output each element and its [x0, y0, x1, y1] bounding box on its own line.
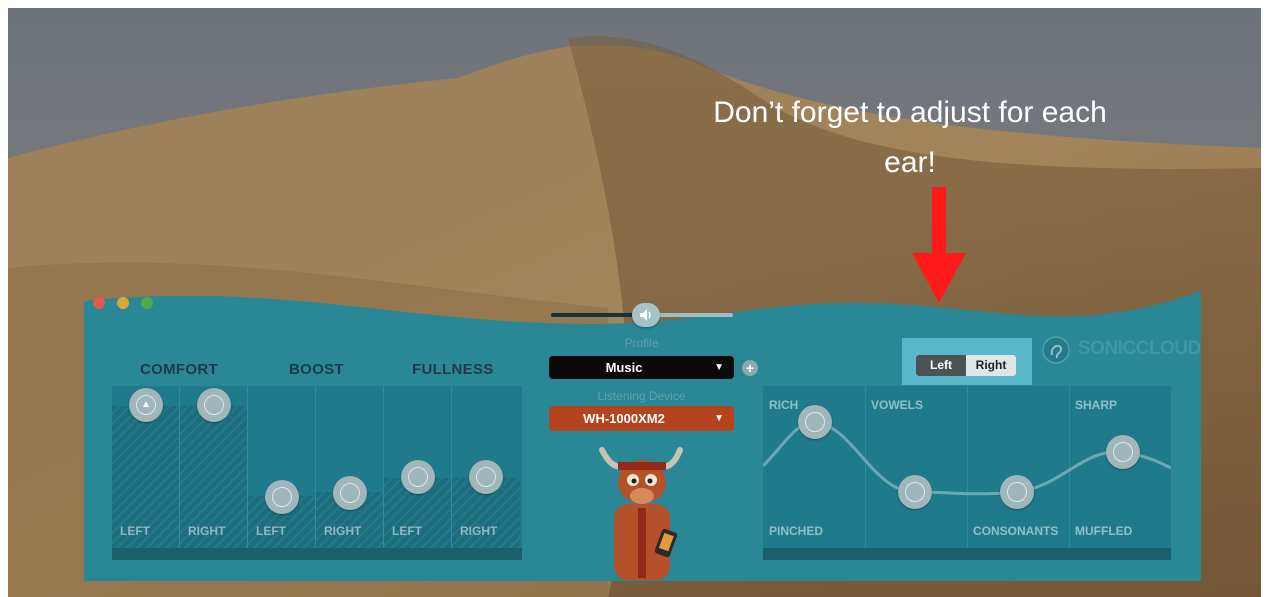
add-profile-button[interactable]: + [742, 360, 758, 376]
plus-icon: + [745, 360, 755, 376]
ear-icon [1042, 336, 1070, 364]
profile-select[interactable]: Music ▼ [549, 356, 734, 379]
tab-boost[interactable]: BOOST [289, 361, 344, 378]
ear-toggle-right[interactable]: Right [966, 355, 1016, 376]
slider-handle[interactable] [265, 480, 299, 514]
slider-handle[interactable] [333, 476, 367, 510]
eq-column-boost-left[interactable]: LEFT [248, 386, 316, 548]
annotation-line-2: ear! [884, 146, 936, 179]
annotation-line-1: Don’t forget to adjust for each [713, 96, 1107, 129]
profile-caption: Profile [624, 336, 659, 350]
eq-panel-base [112, 548, 522, 560]
volume-handle[interactable] [632, 303, 660, 327]
device-caption: Listening Device [597, 389, 686, 403]
volume-fill [551, 313, 641, 317]
tone-handle-sharp[interactable] [1106, 435, 1140, 469]
eq-panel: ▲ LEFT RIGHT LEFT RIGHT LEFT RIGHT [112, 386, 522, 548]
tone-handle-vowels[interactable] [898, 475, 932, 509]
eq-column-boost-right[interactable]: RIGHT [316, 386, 384, 548]
close-window-button[interactable] [93, 297, 105, 309]
brand-name: SONICCLOUD [1078, 338, 1201, 359]
red-arrow-icon [912, 187, 966, 303]
slider-handle[interactable]: ▲ [129, 388, 163, 422]
tone-handle-rich[interactable] [798, 405, 832, 439]
listening-device-select[interactable]: WH-1000XM2 ▼ [549, 406, 734, 431]
channel-label: RIGHT [188, 524, 226, 538]
ear-toggle-highlight: Left Right [902, 338, 1032, 385]
eq-column-comfort-right[interactable]: RIGHT [180, 386, 248, 548]
channel-label: RIGHT [324, 524, 362, 538]
speaker-icon [640, 309, 651, 321]
screenshot-stage: Don’t forget to adjust for each ear! COM… [0, 0, 1269, 597]
chevron-up-down-icon: ▲ [141, 399, 151, 410]
profile-selected-value: Music [605, 360, 643, 375]
tone-handle-consonants[interactable] [1000, 475, 1034, 509]
tab-fullness[interactable]: FULLNESS [412, 361, 494, 378]
annotation-text: Don’t forget to adjust for each ear! [650, 88, 1170, 188]
tone-panel: RICH PINCHED VOWELS CONSONANTS SHARP MUF… [763, 386, 1171, 548]
ear-toggle[interactable]: Left Right [916, 355, 1016, 376]
bull-mascot-icon [599, 447, 683, 580]
zoom-window-button[interactable] [141, 297, 153, 309]
device-selected-value: WH-1000XM2 [583, 411, 665, 426]
minimize-window-button[interactable] [117, 297, 129, 309]
caret-down-icon: ▼ [714, 413, 724, 424]
caret-down-icon: ▼ [714, 362, 724, 373]
tab-comfort[interactable]: COMFORT [140, 361, 218, 378]
channel-label: RIGHT [460, 524, 498, 538]
slider-handle[interactable] [197, 388, 231, 422]
channel-label: LEFT [120, 524, 150, 538]
eq-column-fullness-right[interactable]: RIGHT [452, 386, 520, 548]
slider-handle[interactable] [401, 460, 435, 494]
tone-panel-base [763, 548, 1171, 560]
channel-label: LEFT [392, 524, 422, 538]
channel-label: LEFT [256, 524, 286, 538]
slider-handle[interactable] [469, 460, 503, 494]
eq-column-fullness-left[interactable]: LEFT [384, 386, 452, 548]
ear-toggle-left[interactable]: Left [916, 355, 966, 376]
eq-column-comfort-left[interactable]: ▲ LEFT [112, 386, 180, 548]
